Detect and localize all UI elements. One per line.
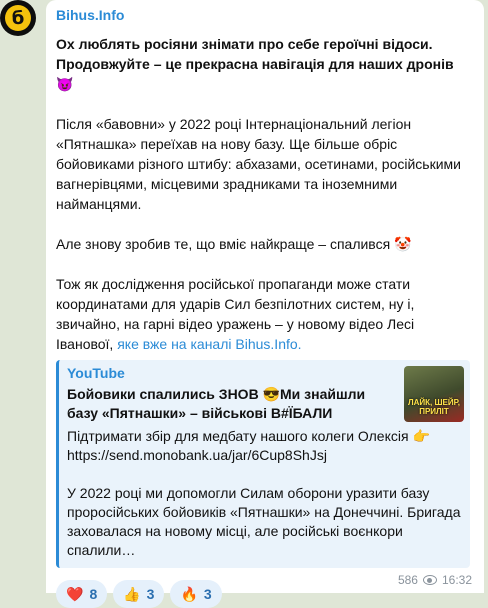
preview-desc-2: У 2022 році ми допомогли Силам оборони у… [67,485,461,558]
message-paragraph-2: Але знову зробив те, що вміє найкраще – … [56,236,412,252]
message-time: 16:32 [441,573,472,587]
message-headline: Ох люблять росіяни знімати про себе геро… [56,36,454,92]
link-preview[interactable]: YouTube Бойовики спалились ЗНОВ 😎Ми знай… [56,360,470,568]
thumbnail-caption: ЛАЙК, ШЕЙР, ПРИЛІТ [407,398,461,416]
channel-link[interactable]: яке вже на каналі Bihus.Info. [117,336,301,352]
reaction-heart[interactable]: ❤️ 8 [56,580,108,608]
heart-icon: ❤️ [66,585,84,602]
channel-name[interactable]: Bihus.Info [56,6,472,24]
reaction-thumbs-up[interactable]: 👍 3 [113,580,165,608]
fire-icon: 🔥 [180,585,198,602]
message-paragraph-3: Тож як дослідження російської пропаганди… [56,274,472,354]
message-paragraph-1: Після «бавовни» у 2022 році Інтернаціона… [56,116,461,212]
view-count: 586 [397,573,418,587]
thumbs-up-icon: 👍 [123,585,141,602]
message-text: Ох люблять росіяни знімати про себе геро… [56,34,472,354]
reaction-count: 3 [146,586,155,602]
reaction-fire[interactable]: 🔥 3 [170,580,222,608]
eye-icon [422,575,437,585]
message-meta: 586 16:32 [398,573,472,587]
preview-description: Підтримати збір для медбату нашого колег… [67,427,462,560]
reaction-count: 8 [89,586,98,602]
reaction-count: 3 [203,586,212,602]
avatar-logo: б [5,5,31,31]
preview-source: YouTube [67,365,125,381]
message-bubble: Bihus.Info Ох люблять росіяни знімати пр… [46,0,484,608]
preview-desc-1: Підтримати збір для медбату нашого колег… [67,428,430,463]
channel-avatar[interactable]: б [0,0,36,36]
preview-title: Бойовики спалились ЗНОВ 😎Ми знайшли базу… [67,386,366,421]
preview-thumbnail[interactable]: ЛАЙК, ШЕЙР, ПРИЛІТ [404,366,464,422]
